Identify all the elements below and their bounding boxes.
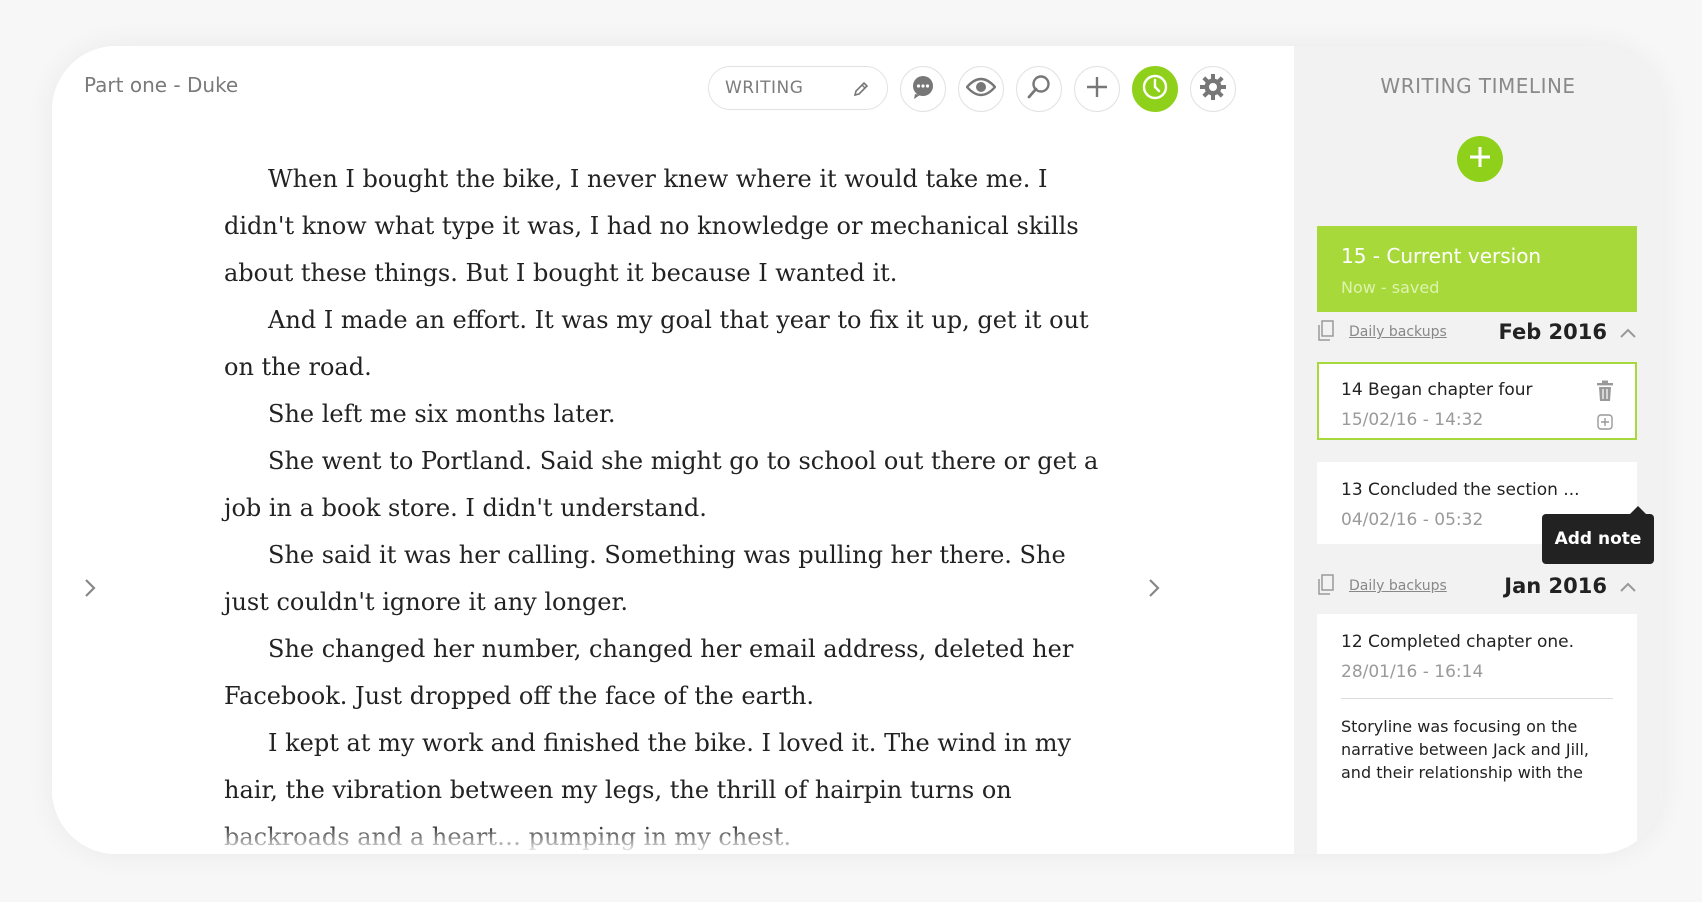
add-version-button[interactable] [1457, 136, 1503, 182]
month-label: Feb 2016 [1498, 320, 1607, 344]
current-version-title: 15 - Current version [1341, 244, 1542, 268]
chevron-up-icon[interactable] [1619, 324, 1637, 343]
version-note[interactable]: Storyline was focusing on the narrative … [1341, 715, 1613, 784]
app-window: Part one - Duke WRITING When I bought th… [52, 46, 1662, 854]
paragraph[interactable]: And I made an effort. It was my goal tha… [224, 297, 1104, 391]
timeline-button[interactable] [1132, 66, 1178, 112]
version-title: 14 Began chapter four [1341, 380, 1533, 400]
paragraph[interactable]: She changed her number, changed her emai… [224, 626, 1104, 720]
add-button[interactable] [1074, 66, 1120, 112]
timeline-sidebar: WRITING TIMELINE 15 - Current version No… [1294, 46, 1662, 854]
previous-page-button[interactable] [82, 576, 98, 604]
settings-gear-icon [1199, 73, 1227, 105]
month-label: Jan 2016 [1504, 574, 1607, 598]
current-version-card[interactable]: 15 - Current version Now - saved [1317, 226, 1637, 312]
timeline-clock-icon [1141, 73, 1169, 105]
add-note-tooltip: Add note [1542, 506, 1654, 564]
version-item-14[interactable]: 14 Began chapter four 15/02/16 - 14:32 [1317, 362, 1637, 440]
chevron-up-icon[interactable] [1619, 578, 1637, 597]
group-header-feb: Daily backups Feb 2016 [1317, 318, 1637, 346]
divider [1341, 698, 1613, 699]
current-version-status: Now - saved [1341, 278, 1440, 297]
editor-pane: Part one - Duke WRITING When I bought th… [52, 46, 1294, 854]
chevron-right-icon [1146, 579, 1162, 604]
paragraph[interactable]: She left me six months later. [224, 391, 1104, 438]
version-date: 15/02/16 - 14:32 [1341, 410, 1484, 430]
group-header-jan: Daily backups Jan 2016 [1317, 572, 1637, 600]
paragraph[interactable]: She said it was her calling. Something w… [224, 532, 1104, 626]
timeline-title: WRITING TIMELINE [1380, 74, 1576, 98]
trash-icon[interactable] [1595, 380, 1615, 406]
add-note-icon[interactable] [1597, 414, 1613, 434]
version-item-12[interactable]: 12 Completed chapter one. 28/01/16 - 16:… [1317, 614, 1637, 854]
copy-icon [1317, 574, 1335, 600]
comments-icon [910, 74, 936, 104]
comments-button[interactable] [900, 66, 946, 112]
paragraph[interactable]: She went to Portland. Said she might go … [224, 438, 1104, 532]
mode-label: WRITING [725, 78, 804, 98]
plus-icon [1468, 145, 1492, 173]
copy-icon [1317, 320, 1335, 346]
version-title: 12 Completed chapter one. [1341, 632, 1575, 652]
search-button[interactable] [1016, 66, 1062, 112]
mode-selector[interactable]: WRITING [708, 66, 888, 110]
preview-eye-icon [965, 77, 997, 101]
daily-backups-link[interactable]: Daily backups [1349, 578, 1447, 594]
settings-button[interactable] [1190, 66, 1236, 112]
chevron-left-icon [82, 579, 98, 604]
paragraph[interactable]: When I bought the bike, I never knew whe… [224, 156, 1104, 297]
next-page-button[interactable] [1146, 576, 1162, 604]
document-title: Part one - Duke [84, 73, 239, 97]
text-fade [52, 824, 1294, 854]
version-date: 28/01/16 - 16:14 [1341, 662, 1484, 682]
daily-backups-link[interactable]: Daily backups [1349, 324, 1447, 340]
pencil-icon [851, 79, 871, 104]
manuscript-text[interactable]: When I bought the bike, I never knew whe… [224, 156, 1104, 854]
preview-button[interactable] [958, 66, 1004, 112]
add-icon [1085, 75, 1109, 103]
search-icon [1026, 74, 1052, 104]
version-title: 13 Concluded the section ... [1341, 480, 1580, 500]
